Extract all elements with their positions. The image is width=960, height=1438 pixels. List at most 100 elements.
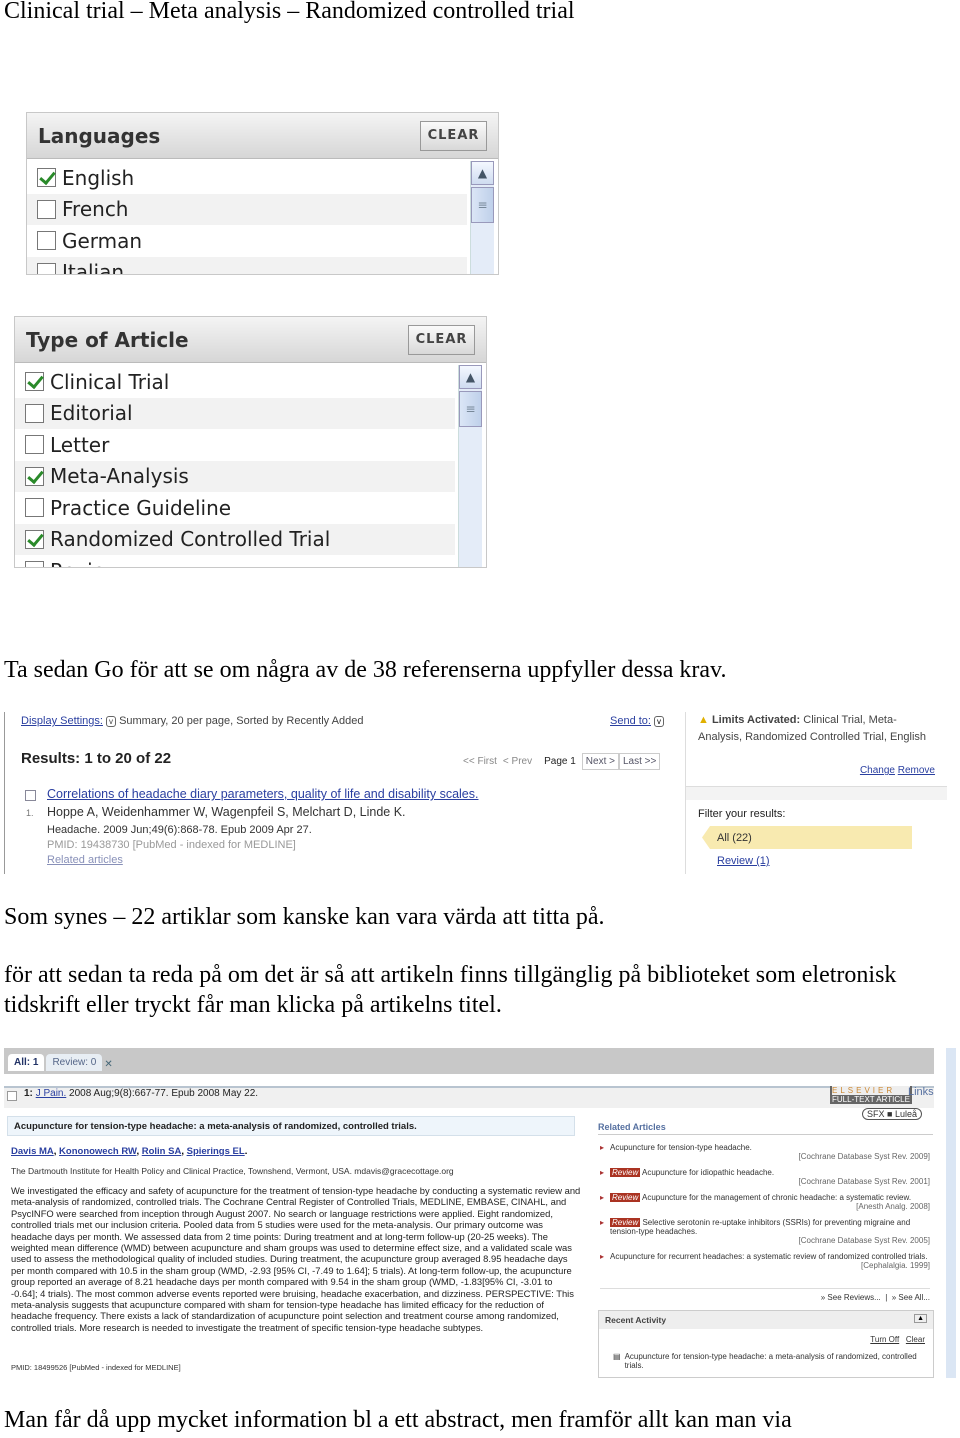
abstract-title: Acupuncture for tension-type headache: a… (7, 1116, 575, 1136)
filter-option[interactable]: Randomized Controlled Trial (15, 523, 455, 555)
checkbox[interactable] (25, 498, 44, 518)
pubmed-abstract-screenshot: All: 1 Review: 0 ✕ 1: J Pain. 2008 Aug;9… (4, 1048, 956, 1378)
author-link[interactable]: Kononowech RW (59, 1146, 136, 1157)
related-articles-link[interactable]: Related articles (47, 854, 123, 866)
abstract-checkbox[interactable] (7, 1091, 17, 1101)
scrollbar[interactable]: ▲ ≡ (458, 365, 482, 567)
related-article[interactable]: ▸ Acupuncture for tension-type headache.[… (600, 1143, 930, 1161)
author-link[interactable]: Davis MA (11, 1146, 54, 1157)
checkbox[interactable] (25, 403, 44, 423)
review-badge: Review (610, 1218, 641, 1227)
tab-all[interactable]: All: 1 (8, 1054, 45, 1071)
limits-notice: ▲ Limits Activated: Clinical Trial, Meta… (698, 714, 927, 743)
checkbox[interactable] (25, 561, 44, 567)
abstract-text: We investigated the efficacy and safety … (11, 1185, 581, 1333)
dropdown-icon[interactable]: v (106, 716, 116, 727)
checkbox[interactable] (25, 529, 44, 549)
send-to-link[interactable]: Send to: (610, 715, 651, 727)
filter-option[interactable]: German (27, 225, 467, 257)
filter-option[interactable]: Practice Guideline (15, 492, 455, 524)
checkbox[interactable] (37, 199, 56, 219)
languages-filter-panel: Languages CLEAR English French German Italia… (26, 112, 499, 275)
sfx-lulea-button[interactable]: SFX ■ Luleå (862, 1108, 922, 1120)
document-icon: ▤ (613, 1352, 621, 1361)
scrollbar[interactable] (946, 1048, 956, 1378)
scroll-up-icon[interactable]: ▲ (471, 161, 494, 185)
journal-link[interactable]: J Pain. (36, 1088, 67, 1099)
filter-option[interactable]: Italian (27, 256, 467, 274)
option-label: German (62, 228, 143, 253)
related-articles-title: Related Articles (598, 1122, 933, 1135)
tab-review[interactable]: Review: 0 (46, 1054, 103, 1071)
clear-link[interactable]: Clear (906, 1335, 925, 1344)
filter-option[interactable]: Letter (15, 429, 455, 461)
filter-option[interactable]: Clinical Trial (15, 366, 455, 398)
checkbox[interactable] (25, 466, 44, 486)
checkbox[interactable] (25, 372, 44, 392)
page-heading: Clinical trial – Meta analysis – Randomi… (4, 0, 575, 24)
option-label: Randomized Controlled Trial (50, 527, 331, 552)
paragraph: Som synes – 22 artiklar som kanske kan v… (4, 904, 605, 930)
author-link[interactable]: Spierings EL (187, 1146, 245, 1157)
paragraph: för att sedan ta reda på om det är så at… (4, 962, 897, 988)
scrollbar[interactable]: ▲ ≡ (470, 161, 494, 274)
scroll-thumb[interactable]: ≡ (471, 187, 494, 223)
filter-option[interactable]: French (27, 193, 467, 225)
result-pmid: PMID: 19438730 [PubMed - indexed for MED… (47, 839, 296, 851)
checkbox[interactable] (37, 231, 56, 251)
related-article[interactable]: ▸ Review Selective serotonin re-uptake in… (600, 1218, 930, 1245)
pager-next[interactable]: Next > (581, 753, 619, 770)
related-title[interactable]: Selective serotonin re-uptake inhibitors… (610, 1218, 910, 1236)
filter-all[interactable]: All (22) (702, 826, 912, 849)
result-authors: Hoppe A, Weidenhammer W, Wagenpfeil S, M… (47, 805, 406, 819)
dropdown-icon[interactable]: v (654, 716, 665, 727)
remove-limits-link[interactable]: Remove (898, 765, 935, 776)
filter-option[interactable]: Meta-Analysis (15, 460, 455, 492)
filter-option[interactable]: English (27, 162, 467, 194)
related-article[interactable]: ▸ Acupuncture for recurrent headaches: a … (600, 1252, 930, 1270)
pager-prev[interactable]: < Prev (503, 756, 532, 767)
option-label: English (62, 165, 135, 190)
result-citation: Headache. 2009 Jun;49(6):868-78. Epub 20… (47, 824, 312, 836)
close-icon[interactable]: ✕ (104, 1059, 112, 1071)
related-source: [Cochrane Database Syst Rev. 2009] (798, 1152, 930, 1161)
result-title-link[interactable]: Correlations of headache diary parameter… (47, 787, 478, 801)
pager-first[interactable]: << First (463, 756, 497, 767)
clear-button[interactable]: CLEAR (420, 121, 487, 151)
pubmed-results-screenshot: Display Settings: v Summary, 20 per page… (4, 712, 956, 874)
pager-last[interactable]: Last >> (618, 753, 661, 770)
option-label: Practice Guideline (50, 495, 232, 520)
checkbox[interactable] (37, 262, 56, 274)
option-label: Clinical Trial (50, 369, 170, 394)
related-title[interactable]: Acupuncture for tension-type headache. (610, 1143, 752, 1152)
result-checkbox[interactable] (25, 790, 36, 801)
see-reviews-link[interactable]: » See Reviews... (821, 1293, 881, 1302)
option-label: Meta-Analysis (50, 464, 189, 489)
scroll-up-icon[interactable]: ▲ (459, 365, 482, 389)
turn-off-link[interactable]: Turn Off (870, 1335, 899, 1344)
related-title[interactable]: Acupuncture for recurrent headaches: a s… (610, 1252, 927, 1261)
related-title[interactable]: Acupuncture for the management of chroni… (642, 1193, 911, 1202)
checkbox[interactable] (37, 168, 56, 188)
results-count: Results: 1 to 20 of 22 (21, 750, 172, 767)
elsevier-logo[interactable]: ELSEVIER FULL-TEXT ARTICLE (830, 1086, 912, 1104)
option-label: French (62, 197, 129, 222)
related-article[interactable]: ▸ Review Acupuncture for the management o… (600, 1193, 930, 1211)
scroll-thumb[interactable]: ≡ (459, 391, 482, 427)
related-article[interactable]: ▸ Review Acupuncture for idiopathic heada… (600, 1168, 930, 1186)
panel-title: Languages (38, 124, 161, 148)
filter-option[interactable]: Editorial (15, 397, 455, 429)
warning-icon: ▲ (698, 714, 709, 726)
affiliation: The Dartmouth Institute for Health Polic… (11, 1166, 454, 1176)
change-limits-link[interactable]: Change (860, 765, 895, 776)
see-all-link[interactable]: » See All... (892, 1293, 930, 1302)
filter-option[interactable]: Review (15, 555, 455, 567)
checkbox[interactable] (25, 435, 44, 455)
filter-review[interactable]: Review (1) (717, 855, 770, 867)
display-settings-link[interactable]: Display Settings: (21, 715, 103, 727)
recent-item[interactable]: Acupuncture for tension-type headache: a… (625, 1352, 919, 1370)
related-title[interactable]: Acupuncture for idiopathic headache. (642, 1168, 774, 1177)
author-link[interactable]: Rolin SA (142, 1146, 182, 1157)
clear-button[interactable]: CLEAR (408, 325, 475, 355)
collapse-icon[interactable]: ▲ (914, 1314, 927, 1323)
